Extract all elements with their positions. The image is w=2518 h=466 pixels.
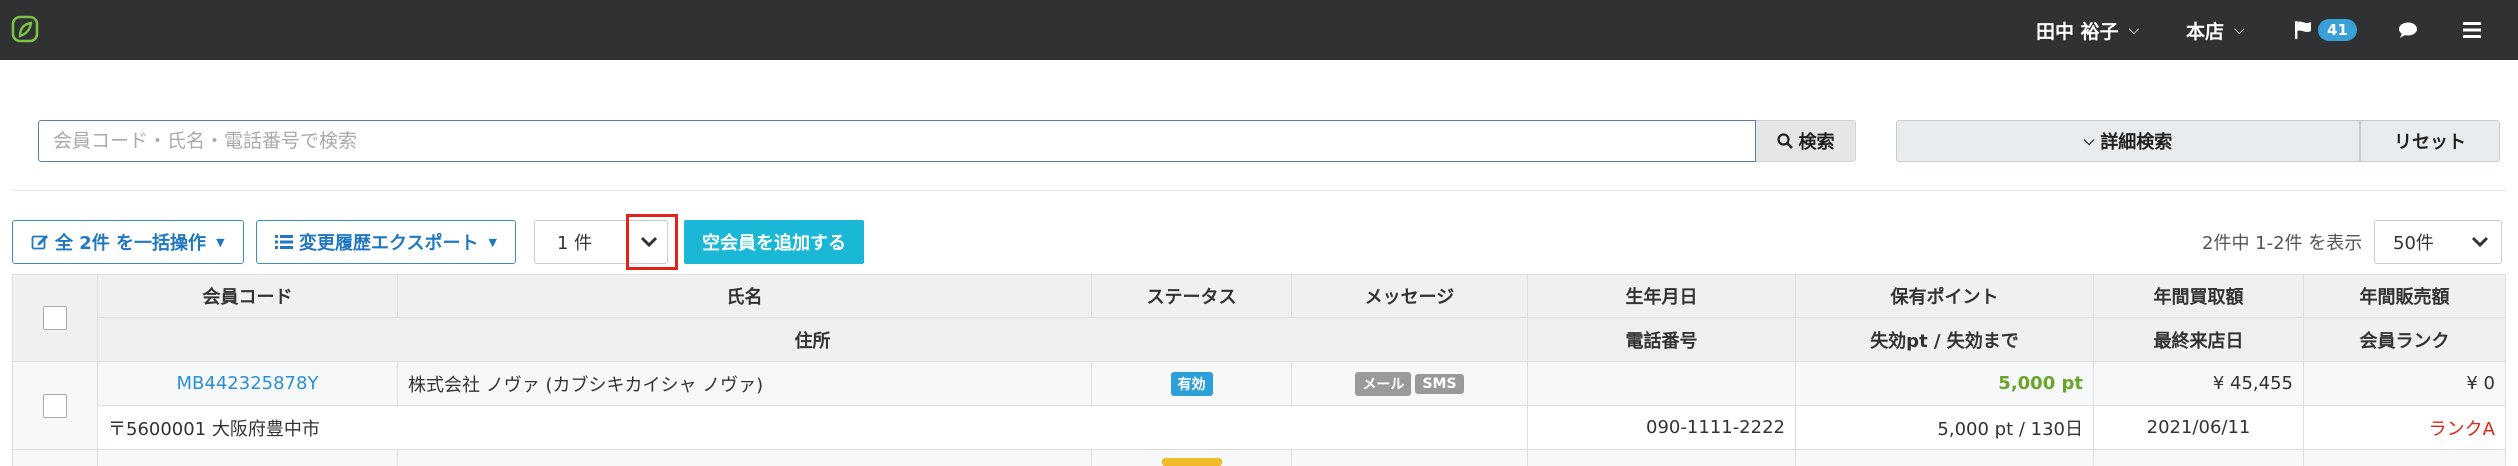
advanced-search-label: 詳細検索 — [2100, 132, 2173, 153]
messages-button[interactable] — [2398, 0, 2418, 60]
notifications-button[interactable]: 41 — [2294, 0, 2357, 60]
header-address[interactable]: 住所 — [98, 318, 1528, 362]
header-rank[interactable]: 会員ランク — [2304, 318, 2506, 362]
per-page-select[interactable]: 50件 — [2374, 220, 2502, 264]
message-cell: メール SMS — [1292, 362, 1528, 406]
points-value: 5,000 pt — [1998, 373, 2083, 394]
add-empty-member-button[interactable]: 空会員を追加する — [684, 220, 864, 264]
birthday-cell — [1528, 362, 1796, 406]
store-menu[interactable]: 本店 ⌵ — [2186, 0, 2245, 60]
user-menu[interactable]: 田中 裕子 ⌵ — [2036, 0, 2139, 60]
members-table: 会員コード 氏名 ステータス メッセージ 生年月日 保有ポイント 年間買取額 年… — [12, 274, 2506, 466]
sms-badge: SMS — [1415, 373, 1464, 394]
store-name: 本店 — [2186, 20, 2225, 43]
header-status[interactable]: ステータス — [1092, 274, 1292, 318]
points-cell: 5,000 pt — [1796, 362, 2094, 406]
table-row — [398, 450, 1092, 466]
header-member-code[interactable]: 会員コード — [98, 274, 398, 318]
advanced-search-button[interactable]: ⌵ 詳細検索 — [1896, 120, 2360, 162]
member-name: 株式会社 ノヴァ (カブシキカイシャ ノヴァ) — [398, 362, 1092, 406]
address-value: 〒5600001 大阪府豊中市 — [98, 406, 1528, 450]
chevron-down-icon: ⌵ — [2128, 22, 2140, 38]
member-count-value: 1 件 — [557, 233, 593, 254]
annual-buy-value: ¥ 45,455 — [2094, 362, 2304, 406]
status-badge: 有効 — [1170, 371, 1213, 396]
main-menu-button[interactable] — [2462, 0, 2482, 60]
table-row — [2304, 450, 2506, 466]
chevron-down-icon — [2471, 236, 2489, 248]
rank-cell: ランクA — [2304, 406, 2506, 450]
table-row — [12, 450, 98, 466]
status-cell: 有効 — [1092, 362, 1292, 406]
count-dropdown-toggle[interactable] — [630, 220, 668, 264]
last-visit-value: 2021/06/11 — [2094, 406, 2304, 450]
caret-down-icon: ▼ — [488, 235, 497, 249]
chat-bubble-icon — [2399, 22, 2417, 38]
header-annual-sell[interactable]: 年間販売額 — [2304, 274, 2506, 318]
export-history-label: 変更履歴エクスポート — [299, 233, 479, 254]
select-all-cell — [12, 274, 98, 362]
header-expire[interactable]: 失効pt / 失効まで — [1796, 318, 2094, 362]
edit-icon — [31, 235, 48, 250]
phone-value: 090-1111-2222 — [1528, 406, 1796, 450]
member-code-cell: MB442325878Y — [98, 362, 398, 406]
select-all-checkbox[interactable] — [43, 306, 67, 330]
table-row — [2094, 450, 2304, 466]
list-icon — [275, 235, 293, 249]
search-button-label: 検索 — [1798, 132, 1835, 153]
per-page-value: 50件 — [2393, 233, 2434, 254]
header-last-visit[interactable]: 最終来店日 — [2094, 318, 2304, 362]
pagination-range-text: 2件中 1-2件 を表示 — [2202, 233, 2363, 254]
section-divider — [12, 190, 2506, 191]
table-row — [1292, 450, 1528, 466]
chevron-down-icon: ⌵ — [2083, 133, 2095, 149]
table-row — [1528, 450, 1796, 466]
flag-icon — [2295, 21, 2311, 39]
rank-value: ランクA — [2428, 418, 2495, 440]
header-message[interactable]: メッセージ — [1292, 274, 1528, 318]
user-name: 田中 裕子 — [2036, 20, 2119, 43]
table-row — [98, 450, 398, 466]
bulk-action-button[interactable]: 全 2件 を一括操作 ▼ — [12, 220, 244, 264]
add-empty-member-label: 空会員を追加する — [702, 233, 846, 254]
reset-button[interactable]: リセット — [2360, 120, 2500, 162]
search-button[interactable]: 検索 — [1756, 120, 1856, 162]
chevron-down-icon — [640, 236, 658, 248]
header-phone[interactable]: 電話番号 — [1528, 318, 1796, 362]
table-row — [1092, 450, 1292, 466]
annual-sell-value: ¥ 0 — [2304, 362, 2506, 406]
hamburger-menu-icon — [2463, 22, 2481, 38]
header-points[interactable]: 保有ポイント — [1796, 274, 2094, 318]
status-badge — [1161, 458, 1222, 466]
chevron-down-icon: ⌵ — [2234, 22, 2245, 38]
member-code-link[interactable]: MB442325878Y — [177, 373, 319, 394]
mail-badge: メール — [1355, 371, 1412, 396]
row-checkbox[interactable] — [43, 393, 67, 418]
table-row — [1796, 450, 2094, 466]
header-birthday[interactable]: 生年月日 — [1528, 274, 1796, 318]
caret-down-icon: ▼ — [216, 235, 225, 249]
top-navigation-bar: 田中 裕子 ⌵ 本店 ⌵ 41 — [0, 0, 2518, 60]
export-history-button[interactable]: 変更履歴エクスポート ▼ — [256, 220, 516, 264]
bulk-action-label: 全 2件 を一括操作 — [55, 233, 207, 254]
member-search-input[interactable] — [38, 120, 1756, 162]
header-name[interactable]: 氏名 — [398, 274, 1092, 318]
notification-count-badge: 41 — [2318, 19, 2357, 41]
search-icon — [1776, 133, 1793, 149]
header-annual-buy[interactable]: 年間買取額 — [2094, 274, 2304, 318]
expire-value: 5,000 pt / 130日 — [1796, 406, 2094, 450]
row-select-cell — [12, 362, 98, 450]
reset-button-label: リセット — [2394, 132, 2466, 153]
app-logo-icon[interactable] — [10, 14, 40, 44]
